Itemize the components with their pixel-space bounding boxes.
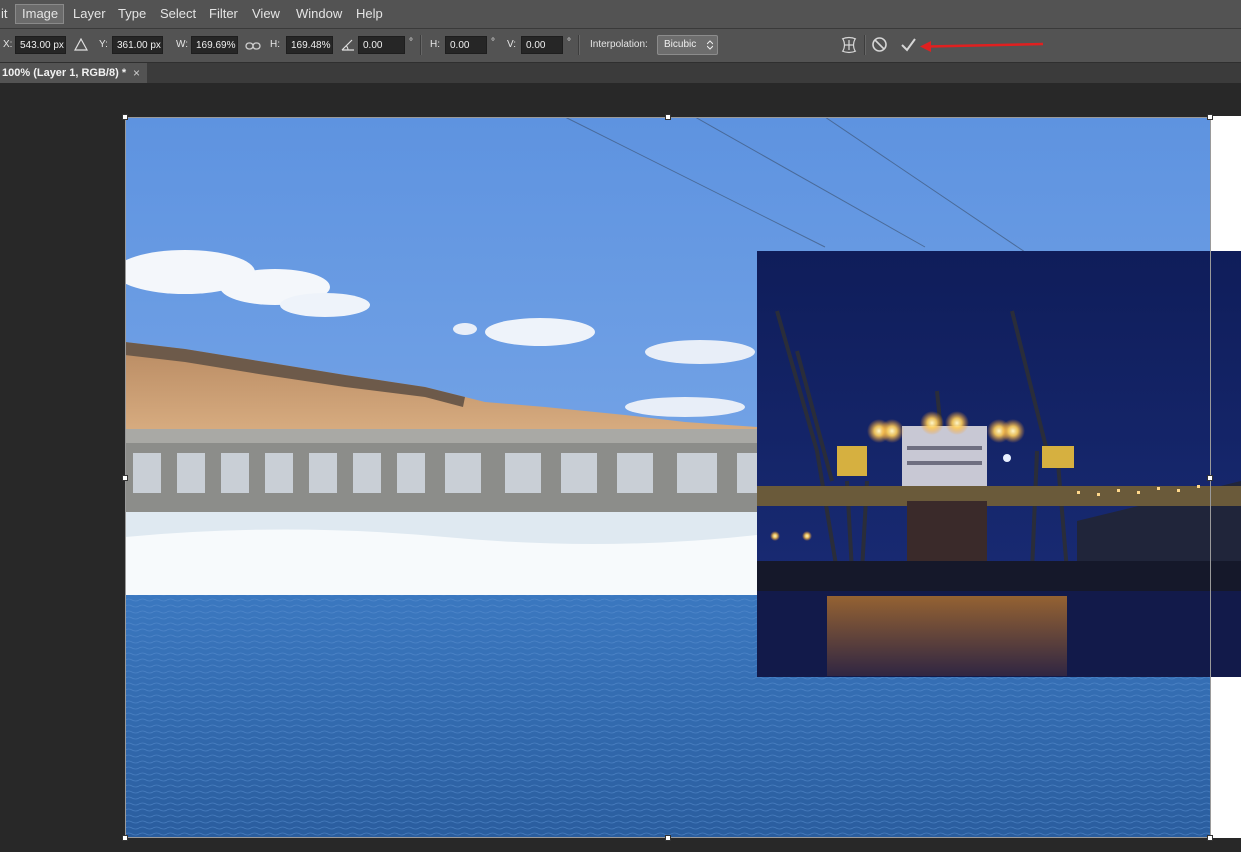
menu-view[interactable]: View	[246, 4, 286, 24]
transform-handle-middle-left[interactable]	[122, 475, 128, 481]
cancel-transform-icon[interactable]	[871, 36, 888, 58]
transform-options-bar: X: 543.00 px Y: 361.00 px W: 169.69% H: …	[0, 29, 1241, 63]
interpolation-dropdown[interactable]: Bicubic	[657, 35, 718, 55]
skew-vertical-field[interactable]: 0.00	[521, 36, 563, 54]
y-label: Y:	[99, 39, 108, 50]
warp-icon[interactable]	[839, 35, 859, 60]
rotate-angle-field[interactable]: 0.00	[358, 36, 405, 54]
skew-v-degree-symbol: °	[567, 37, 571, 48]
transform-handle-top-left[interactable]	[122, 114, 128, 120]
menu-filter[interactable]: Filter	[203, 4, 244, 24]
angle-degree-symbol: °	[409, 37, 413, 48]
divider	[578, 35, 580, 55]
canvas-area[interactable]	[0, 83, 1241, 852]
menu-help[interactable]: Help	[350, 4, 389, 24]
commit-checkmark-icon[interactable]	[900, 36, 917, 58]
document-tab-bar: 100% (Layer 1, RGB/8) * ×	[0, 63, 1241, 83]
transform-handle-bottom-right[interactable]	[1207, 835, 1213, 841]
transform-handle-bottom-center[interactable]	[665, 835, 671, 841]
link-aspect-icon[interactable]	[245, 39, 261, 57]
menu-type[interactable]: Type	[112, 4, 152, 24]
interpolation-label: Interpolation:	[590, 39, 648, 50]
skew-h-degree-symbol: °	[491, 37, 495, 48]
y-position-field[interactable]: 361.00 px	[112, 36, 163, 54]
menu-select[interactable]: Select	[154, 4, 202, 24]
rotate-angle-icon	[340, 38, 356, 56]
menu-edit[interactable]: it	[0, 4, 14, 24]
relative-position-icon[interactable]	[73, 37, 89, 56]
x-position-field[interactable]: 543.00 px	[15, 36, 66, 54]
menu-image[interactable]: Image	[15, 4, 64, 24]
interpolation-value: Bicubic	[664, 39, 697, 50]
tab-close-icon[interactable]: ×	[133, 63, 140, 83]
red-arrow-annotation	[918, 38, 1046, 57]
height-label: H:	[270, 39, 280, 50]
x-label: X:	[3, 39, 13, 50]
menu-layer[interactable]: Layer	[67, 4, 112, 24]
document-tab-title: 100% (Layer 1, RGB/8) *	[2, 67, 127, 79]
menu-window[interactable]: Window	[290, 4, 348, 24]
divider	[864, 35, 866, 55]
menu-bar: it Image Layer Type Select Filter View W…	[0, 0, 1241, 29]
transform-handle-bottom-left[interactable]	[122, 835, 128, 841]
dropdown-arrows-icon	[707, 40, 713, 50]
height-percent-field[interactable]: 169.48%	[286, 36, 333, 54]
divider	[420, 35, 422, 55]
transform-handle-middle-right[interactable]	[1207, 475, 1213, 481]
skew-h-label: H:	[430, 39, 440, 50]
document-tab[interactable]: 100% (Layer 1, RGB/8) * ×	[0, 63, 147, 83]
skew-horizontal-field[interactable]: 0.00	[445, 36, 487, 54]
transform-handle-top-right[interactable]	[1207, 114, 1213, 120]
transform-handle-top-center[interactable]	[665, 114, 671, 120]
skew-v-label: V:	[507, 39, 517, 50]
width-label: W:	[176, 39, 189, 50]
transform-bounding-box	[125, 117, 1211, 838]
width-percent-field[interactable]: 169.69%	[191, 36, 238, 54]
